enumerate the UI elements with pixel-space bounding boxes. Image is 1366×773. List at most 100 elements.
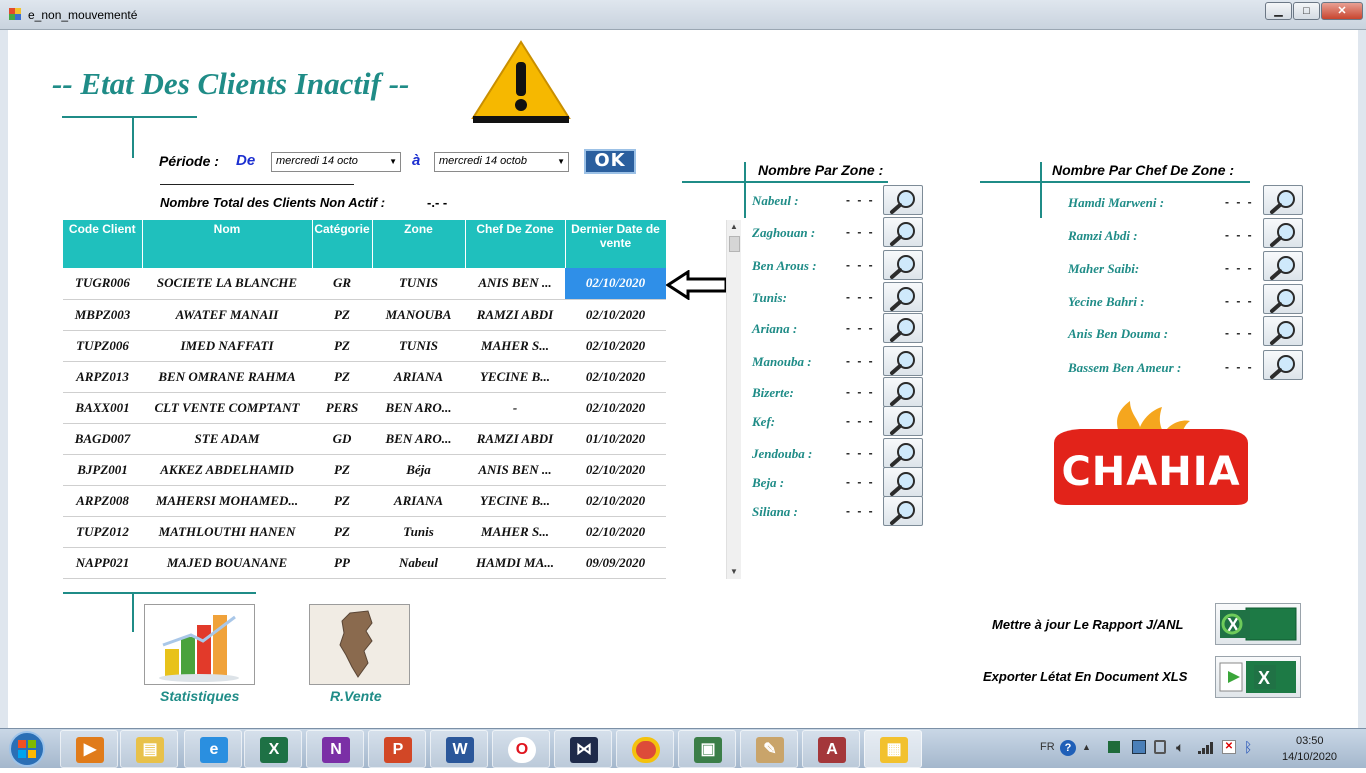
statistics-button[interactable] xyxy=(144,604,255,685)
cell-zone[interactable]: MANOUBA xyxy=(372,299,465,331)
taskbar-paint[interactable]: ✎ xyxy=(740,730,798,768)
cell-date[interactable]: 02/10/2020 xyxy=(565,330,666,362)
cell-code[interactable]: BAGD007 xyxy=(63,423,142,455)
cell-chef[interactable]: - xyxy=(465,392,565,424)
col-header-nom[interactable]: Nom xyxy=(142,220,313,268)
cell-zone[interactable]: TUNIS xyxy=(372,268,465,300)
scroll-thumb[interactable] xyxy=(729,236,740,252)
taskbar-ie[interactable]: e xyxy=(184,730,242,768)
cell-nom[interactable]: IMED NAFFATI xyxy=(142,330,312,362)
cell-categorie[interactable]: PP xyxy=(312,547,372,579)
grid-vertical-scrollbar[interactable]: ▲ ▼ xyxy=(726,220,741,579)
cell-date[interactable]: 02/10/2020 xyxy=(565,361,666,393)
clock-time[interactable]: 03:50 xyxy=(1296,735,1324,747)
chef-search-button[interactable] xyxy=(1263,284,1303,314)
cell-zone[interactable]: Béja xyxy=(372,454,465,486)
signal-icon[interactable] xyxy=(1198,741,1214,754)
to-date-picker[interactable]: mercredi 14 octob ▼ xyxy=(434,152,569,172)
cell-date-selected[interactable]: 02/10/2020 xyxy=(565,268,666,300)
taskbar-powerpoint[interactable]: P xyxy=(368,730,426,768)
cell-zone[interactable]: TUNIS xyxy=(372,330,465,362)
cell-date[interactable]: 02/10/2020 xyxy=(565,454,666,486)
scroll-down-icon[interactable]: ▼ xyxy=(730,567,738,576)
cell-date[interactable]: 01/10/2020 xyxy=(565,423,666,455)
cell-categorie[interactable]: PZ xyxy=(312,330,372,362)
cell-nom[interactable]: MATHLOUTHI HANEN xyxy=(142,516,312,548)
table-row[interactable]: TUPZ012 MATHLOUTHI HANEN PZ Tunis MAHER S...… xyxy=(63,516,666,548)
cell-code[interactable]: TUPZ006 xyxy=(63,330,142,362)
cell-chef[interactable]: YECINE B... xyxy=(465,485,565,517)
sales-map-button[interactable] xyxy=(309,604,410,685)
language-indicator[interactable]: FR xyxy=(1040,741,1055,753)
cell-nom[interactable]: STE ADAM xyxy=(142,423,312,455)
col-header-chef[interactable]: Chef De Zone xyxy=(465,220,566,268)
table-row[interactable]: ARPZ008 MAHERSI MOHAMED... PZ ARIANA YECINE … xyxy=(63,485,666,517)
col-header-categorie[interactable]: Catégorie xyxy=(312,220,373,268)
cell-zone[interactable]: ARIANA xyxy=(372,485,465,517)
taskbar-access[interactable]: A xyxy=(802,730,860,768)
minimize-button[interactable]: ▁ xyxy=(1265,2,1292,20)
from-date-picker[interactable]: mercredi 14 octo ▼ xyxy=(271,152,401,172)
chef-search-button[interactable] xyxy=(1263,316,1303,346)
cell-chef[interactable]: HAMDI MA... xyxy=(465,547,565,579)
taskbar-remote-desktop[interactable]: ▣ xyxy=(678,730,736,768)
cell-zone[interactable]: ARIANA xyxy=(372,361,465,393)
cell-chef[interactable]: RAMZI ABDI xyxy=(465,423,565,455)
taskbar-opera[interactable]: O xyxy=(492,730,550,768)
cell-categorie[interactable]: PZ xyxy=(312,361,372,393)
tray-app-icon[interactable] xyxy=(1108,741,1120,753)
clients-grid[interactable]: Code Client Nom Catégorie Zone Chef De Z… xyxy=(63,220,666,580)
chef-search-button[interactable] xyxy=(1263,185,1303,215)
col-header-code[interactable]: Code Client xyxy=(63,220,143,268)
table-row[interactable]: ARPZ013 BEN OMRANE RAHMA PZ ARIANA YECINE B.… xyxy=(63,361,666,393)
table-row[interactable]: BJPZ001 AKKEZ ABDELHAMID PZ Béja ANIS BEN ..… xyxy=(63,454,666,486)
cell-nom[interactable]: BEN OMRANE RAHMA xyxy=(142,361,312,393)
cell-zone[interactable]: Nabeul xyxy=(372,547,465,579)
cell-chef[interactable]: MAHER S... xyxy=(465,516,565,548)
cell-nom[interactable]: SOCIETE LA BLANCHE xyxy=(142,268,312,300)
zone-search-button[interactable] xyxy=(883,185,923,215)
clock-date[interactable]: 14/10/2020 xyxy=(1282,751,1337,763)
cell-nom[interactable]: AKKEZ ABDELHAMID xyxy=(142,454,312,486)
cell-categorie[interactable]: GR xyxy=(312,268,372,300)
taskbar-media-player[interactable]: ▶ xyxy=(60,730,118,768)
action-center-icon[interactable]: ✕ xyxy=(1222,740,1236,754)
tray-network-drive-icon[interactable] xyxy=(1132,740,1146,754)
cell-code[interactable]: ARPZ008 xyxy=(63,485,142,517)
table-row[interactable]: TUPZ006 IMED NAFFATI PZ TUNIS MAHER S... 02/1… xyxy=(63,330,666,362)
cell-chef[interactable]: ANIS BEN ... xyxy=(465,268,565,300)
cell-chef[interactable]: YECINE B... xyxy=(465,361,565,393)
cell-categorie[interactable]: PZ xyxy=(312,485,372,517)
maximize-button[interactable]: □ xyxy=(1293,2,1320,20)
zone-search-button[interactable] xyxy=(883,406,923,436)
table-row[interactable]: TUGR006 SOCIETE LA BLANCHE GR TUNIS ANIS BEN… xyxy=(63,268,666,300)
cell-zone[interactable]: Tunis xyxy=(372,516,465,548)
cell-nom[interactable]: CLT VENTE COMPTANT xyxy=(142,392,312,424)
update-report-button[interactable]: X xyxy=(1215,603,1301,645)
zone-search-button[interactable] xyxy=(883,377,923,407)
tray-expand-icon[interactable]: ▲ xyxy=(1082,742,1091,752)
chef-search-button[interactable] xyxy=(1263,251,1303,281)
taskbar-chrome[interactable] xyxy=(616,730,674,768)
ok-button[interactable]: OK xyxy=(584,149,636,174)
zone-search-button[interactable] xyxy=(883,313,923,343)
cell-chef[interactable]: ANIS BEN ... xyxy=(465,454,565,486)
taskbar-excel[interactable]: X xyxy=(244,730,302,768)
taskbar-onenote[interactable]: N xyxy=(306,730,364,768)
cell-date[interactable]: 02/10/2020 xyxy=(565,516,666,548)
cell-categorie[interactable]: GD xyxy=(312,423,372,455)
cell-categorie[interactable]: PZ xyxy=(312,454,372,486)
export-xls-button[interactable]: X xyxy=(1215,656,1301,698)
scroll-up-icon[interactable]: ▲ xyxy=(730,222,738,231)
cell-code[interactable]: TUPZ012 xyxy=(63,516,142,548)
close-button[interactable]: ✕ xyxy=(1321,2,1363,20)
zone-search-button[interactable] xyxy=(883,250,923,280)
cell-categorie[interactable]: PERS xyxy=(312,392,372,424)
cell-chef[interactable]: RAMZI ABDI xyxy=(465,299,565,331)
table-row[interactable]: BAXX001 CLT VENTE COMPTANT PERS BEN ARO... -… xyxy=(63,392,666,424)
chef-search-button[interactable] xyxy=(1263,218,1303,248)
taskbar-visual-studio[interactable]: ⋈ xyxy=(554,730,612,768)
cell-code[interactable]: BJPZ001 xyxy=(63,454,142,486)
table-row[interactable]: MBPZ003 AWATEF MANAII PZ MANOUBA RAMZI ABDI 0… xyxy=(63,299,666,331)
cell-categorie[interactable]: PZ xyxy=(312,516,372,548)
